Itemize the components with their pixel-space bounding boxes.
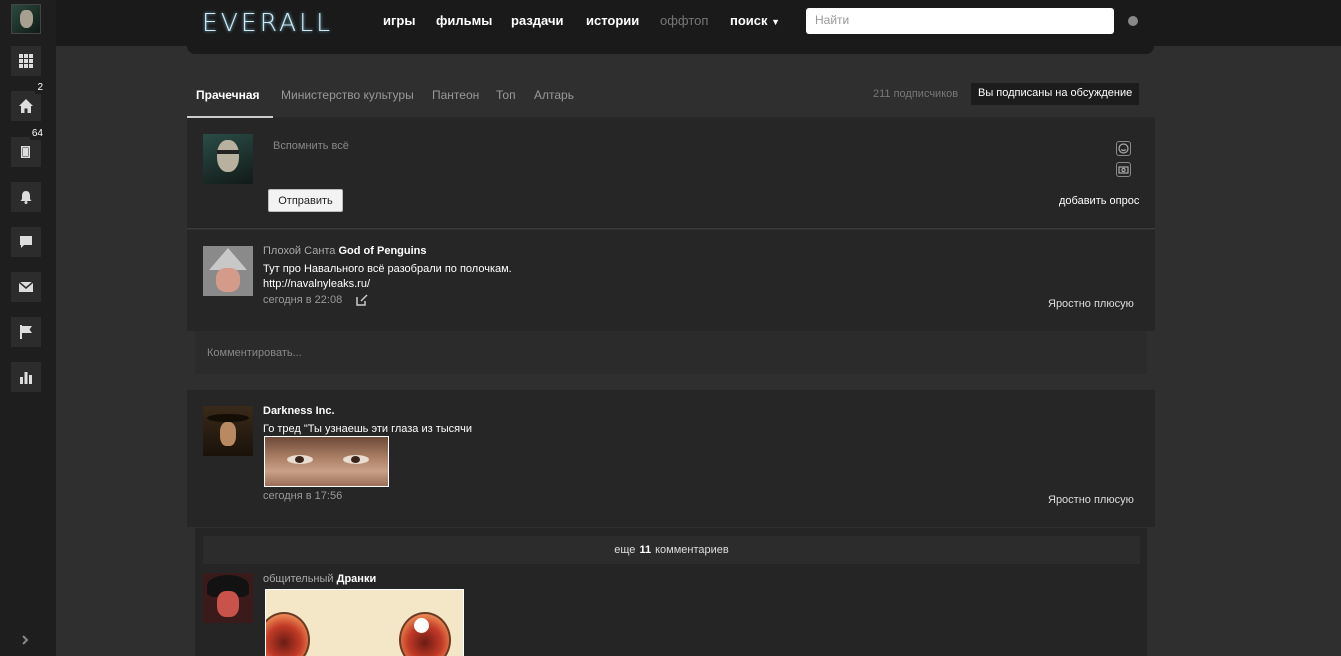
author-name[interactable]: Darkness Inc. [263,405,335,417]
subscriber-count: 211 подписчиков [873,88,959,100]
post-text: Тут про Навального всё разобрали по поло… [263,263,512,275]
site-logo[interactable]: EVERALL [202,8,333,37]
speech-bubble-icon [20,236,32,248]
search-input[interactable]: Найти [806,8,1114,34]
reply-image[interactable] [265,589,464,656]
flag-icon [20,325,32,339]
expand-sidebar-button[interactable] [20,634,34,648]
nav-stories[interactable]: истории [586,13,639,28]
tab-pantheon[interactable]: Пантеон [432,88,479,102]
caret-down-icon: ▼ [771,17,781,27]
grid-icon [19,54,33,68]
home-icon [19,99,33,113]
status-indicator-icon [1128,16,1138,26]
author-avatar[interactable] [203,406,253,456]
nav-downloads[interactable]: раздачи [511,13,564,28]
nav-games[interactable]: игры [383,13,415,28]
header-bottom-edge [187,44,1154,54]
send-button[interactable]: Отправить [268,189,343,212]
author-avatar[interactable] [203,246,253,296]
post-composer: Вспомнить всё Отправить добавить опрос [187,118,1155,229]
chevron-right-icon [22,635,29,645]
post-card: Darkness Inc. Го тред "Ты узнаешь эти гл… [187,390,1155,527]
composer-avatar [203,134,253,184]
book-icon [21,146,30,158]
composer-input[interactable]: Вспомнить всё [273,140,349,152]
reply-author-line: общительный Дранки [263,573,376,585]
more-suffix: комментариев [655,544,729,556]
reply-author-title: общительный [263,573,334,585]
nav-search-dropdown[interactable]: поиск ▼ [730,13,780,28]
post-timestamp[interactable]: сегодня в 22:08 [263,294,342,306]
subscribe-button[interactable]: Вы подписаны на обсуждение [971,83,1140,105]
post-timestamp[interactable]: сегодня в 17:56 [263,490,342,502]
post-author-line: Плохой Санта God of Penguins [263,245,427,257]
bell-icon [20,191,32,204]
comments-button[interactable] [11,227,41,257]
nav-offtopic[interactable]: оффтоп [660,13,708,28]
show-more-comments-button[interactable]: еще 11 комментариев [203,536,1140,564]
posts-badge: 64 [29,128,45,140]
edit-icon[interactable] [356,294,368,306]
comments-section: еще 11 комментариев общительный Дранки [195,528,1147,656]
section-tabs: Прачечная Министерство культуры Пантеон … [187,80,1155,118]
tab-altar[interactable]: Алтарь [534,88,574,102]
home-button[interactable]: 2 [11,82,45,121]
stats-button[interactable] [11,362,41,392]
comment-placeholder: Комментировать... [207,347,302,359]
comment-input[interactable]: Комментировать... [195,331,1147,374]
flag-button[interactable] [11,317,41,347]
notifications-button[interactable] [11,182,41,212]
emoji-button[interactable] [1116,141,1131,156]
anime-eye-highlight [414,618,429,633]
attach-image-button[interactable] [1116,162,1131,177]
user-avatar[interactable] [11,4,41,34]
post-image[interactable] [264,436,389,487]
reply-avatar[interactable] [203,573,253,623]
left-sidebar: 2 64 [0,0,56,656]
more-count: 11 [639,544,652,556]
post-author-line: Darkness Inc. [263,405,335,417]
apps-grid-button[interactable] [11,46,41,76]
home-badge: 2 [35,82,45,94]
nav-search-label: поиск [730,13,768,28]
smiley-icon [1118,143,1129,154]
anime-eye-left [266,612,310,656]
camera-icon [1118,166,1129,174]
image-eye-left [287,455,313,464]
add-poll-link[interactable]: добавить опрос [1059,195,1139,207]
more-prefix: еще [614,544,636,556]
like-button[interactable]: Яростно плюсую [1048,494,1134,506]
messages-button[interactable] [11,272,41,302]
tab-top[interactable]: Топ [496,88,516,102]
author-title: Плохой Санта [263,245,336,257]
post-text: Го тред "Ты узнаешь эти глаза из тысячи [263,423,472,435]
envelope-icon [19,281,33,292]
posts-button[interactable]: 64 [11,128,45,167]
like-button[interactable]: Яростно плюсую [1048,298,1134,310]
reply-author-name[interactable]: Дранки [337,573,377,585]
bar-chart-icon [20,372,32,384]
nav-movies[interactable]: фильмы [436,13,492,28]
image-eye-right [343,455,369,464]
post-card: Плохой Санта God of Penguins Тут про Нав… [187,230,1155,331]
author-name[interactable]: God of Penguins [339,245,427,257]
tab-laundry[interactable]: Прачечная [196,88,260,102]
top-navigation-bar: EVERALL игры фильмы раздачи истории оффт… [56,0,1341,46]
tab-ministry-of-culture[interactable]: Министерство культуры [281,88,414,102]
post-link[interactable]: http://navalnyleaks.ru/ [263,278,370,290]
